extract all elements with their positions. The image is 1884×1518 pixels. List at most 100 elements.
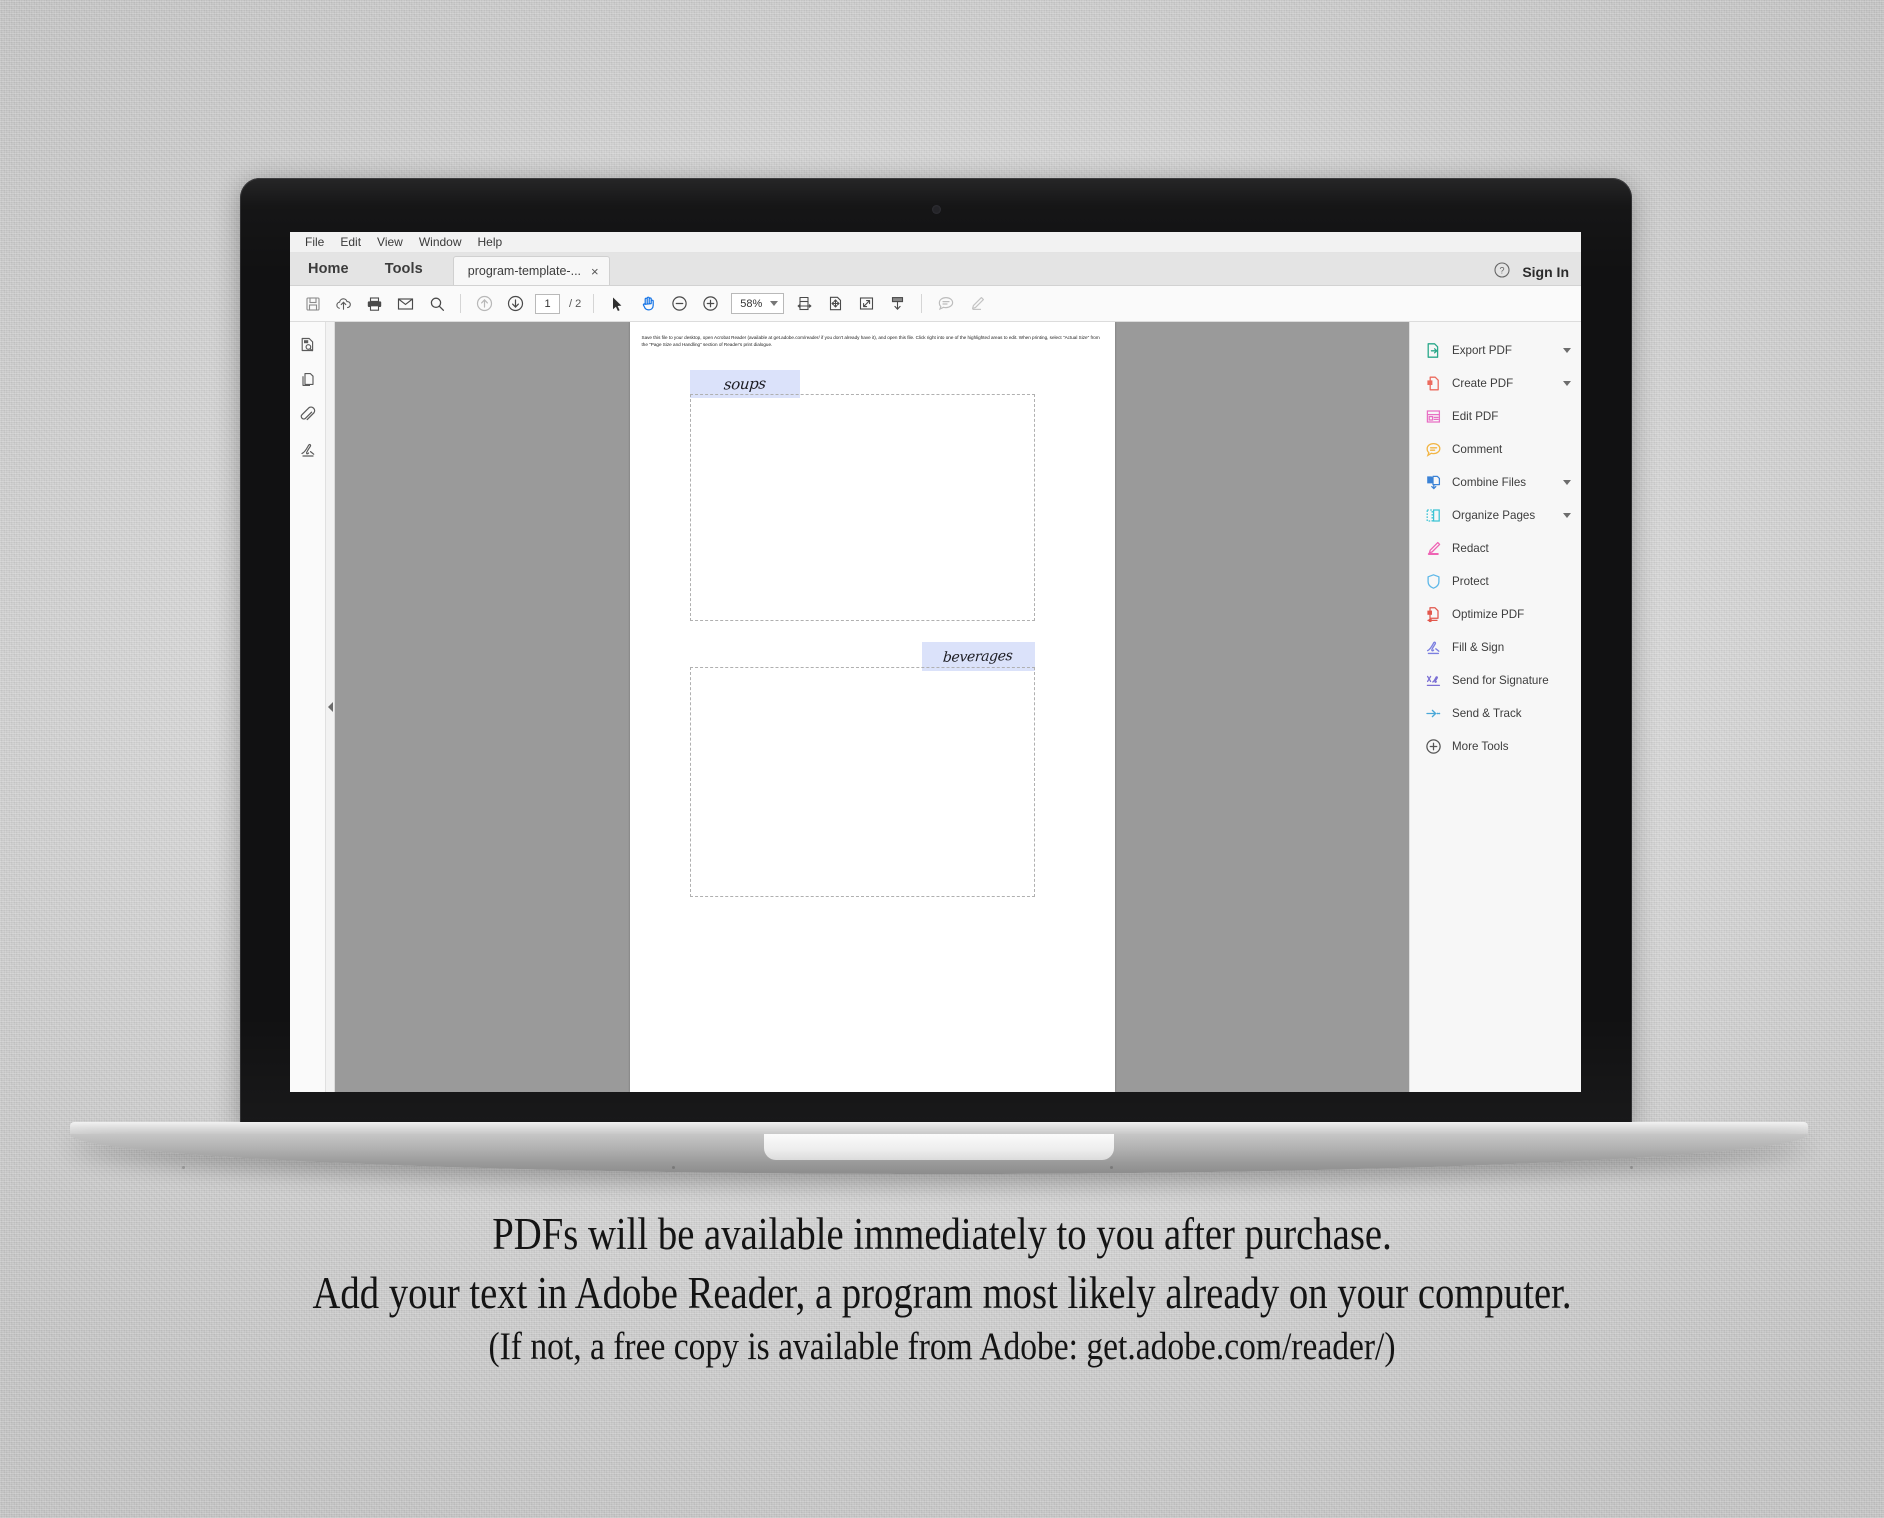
create-pdf-icon <box>1424 375 1442 393</box>
tool-label: Send & Track <box>1452 707 1522 720</box>
tool-send-for-signature[interactable]: Send for Signature <box>1410 664 1581 697</box>
document-tab-label: program-template-... <box>467 264 582 278</box>
page-instructions-text: Save this file to your desktop, open Acr… <box>641 335 1100 348</box>
menu-item-file[interactable]: File <box>298 233 331 251</box>
highlighter-pen-icon[interactable] <box>962 289 991 318</box>
tool-label: Comment <box>1452 443 1503 456</box>
caption-line-1: PDFs will be available immediately to yo… <box>492 1209 1392 1259</box>
tool-label: More Tools <box>1452 740 1509 753</box>
tool-redact[interactable]: Redact <box>1410 532 1581 565</box>
email-icon[interactable] <box>391 289 420 318</box>
collapse-left-icon <box>327 702 333 712</box>
search-icon[interactable] <box>422 289 451 318</box>
tool-protect[interactable]: Protect <box>1410 565 1581 598</box>
attachment-paperclip-icon[interactable] <box>295 402 321 428</box>
zoom-in-icon[interactable] <box>696 289 725 318</box>
caption-block: PDFs will be available immediately to yo… <box>0 1205 1884 1373</box>
pdf-page[interactable]: Save this file to your desktop, open Acr… <box>629 322 1115 1092</box>
laptop-base-notch <box>764 1134 1114 1160</box>
document-canvas[interactable]: Save this file to your desktop, open Acr… <box>335 322 1409 1092</box>
fit-page-icon[interactable] <box>821 289 850 318</box>
menu-bar: File Edit View Window Help <box>290 232 1581 253</box>
hand-tool-icon[interactable] <box>634 289 663 318</box>
protect-icon <box>1424 573 1442 591</box>
tool-label: Optimize PDF <box>1452 608 1525 621</box>
caption-line-2: Add your text in Adobe Reader, a program… <box>312 1267 1572 1318</box>
tool-organize-pages[interactable]: Organize Pages <box>1410 499 1581 532</box>
optimize-pdf-icon <box>1424 606 1442 624</box>
zoom-level-value: 58% <box>740 297 763 310</box>
tool-label: Protect <box>1452 575 1489 588</box>
laptop-base-body <box>70 1134 1808 1174</box>
section-heading-soups: soups <box>722 374 767 394</box>
close-icon[interactable]: × <box>591 265 599 278</box>
tool-export-pdf[interactable]: Export PDF <box>1410 334 1581 367</box>
help-circle-icon[interactable]: ? <box>1494 262 1510 281</box>
arrow-down-circle-icon[interactable] <box>501 289 530 318</box>
zoom-level-select[interactable]: 58% <box>731 293 785 314</box>
redact-icon <box>1424 540 1442 558</box>
base-detail-dot <box>182 1166 185 1169</box>
signature-pen-icon[interactable] <box>295 437 321 463</box>
comment-bubble-icon[interactable] <box>931 289 960 318</box>
sidebar-collapse-handle[interactable] <box>326 322 335 1092</box>
menu-item-help[interactable]: Help <box>471 233 510 251</box>
tool-more-tools[interactable]: More Tools <box>1410 730 1581 763</box>
base-detail-dot <box>672 1166 675 1169</box>
sign-in-button[interactable]: Sign In <box>1522 264 1569 280</box>
tool-label: Combine Files <box>1452 476 1527 489</box>
page-number-input[interactable]: 1 <box>535 293 560 314</box>
edit-pdf-icon <box>1424 408 1442 426</box>
tab-document[interactable]: program-template-... × <box>452 256 610 285</box>
more-tools-icon <box>1424 738 1442 756</box>
organize-pages-icon <box>1424 507 1442 525</box>
export-pdf-icon <box>1424 342 1442 360</box>
print-icon[interactable] <box>360 289 389 318</box>
cursor-arrow-icon[interactable] <box>603 289 632 318</box>
tool-label: Redact <box>1452 542 1489 555</box>
menu-item-edit[interactable]: Edit <box>333 233 368 251</box>
chevron-down-icon[interactable] <box>1563 480 1571 485</box>
work-area: Save this file to your desktop, open Acr… <box>290 322 1581 1092</box>
fit-width-icon[interactable] <box>790 289 819 318</box>
menu-item-window[interactable]: Window <box>412 233 469 251</box>
save-icon[interactable] <box>298 289 327 318</box>
tool-send-and-track[interactable]: Send & Track <box>1410 697 1581 730</box>
chevron-down-icon[interactable] <box>1563 348 1571 353</box>
laptop-base <box>70 1122 1808 1174</box>
tool-create-pdf[interactable]: Create PDF <box>1410 367 1581 400</box>
base-detail-dot <box>1630 1166 1633 1169</box>
laptop-screen: File Edit View Window Help Home Tools pr… <box>290 232 1581 1092</box>
chevron-down-icon[interactable] <box>1563 381 1571 386</box>
section-heading-beverages: beverages <box>942 647 1014 666</box>
form-field-soups[interactable] <box>689 394 1035 621</box>
cloud-upload-icon[interactable] <box>329 289 358 318</box>
tab-tools[interactable]: Tools <box>367 252 441 285</box>
tool-combine-files[interactable]: Combine Files <box>1410 466 1581 499</box>
page-thumbnails-icon[interactable] <box>295 332 321 358</box>
comment-icon <box>1424 441 1442 459</box>
tool-label: Export PDF <box>1452 344 1512 357</box>
tab-home[interactable]: Home <box>290 252 367 285</box>
arrow-up-circle-icon[interactable] <box>470 289 499 318</box>
menu-item-view[interactable]: View <box>370 233 410 251</box>
tool-optimize-pdf[interactable]: Optimize PDF <box>1410 598 1581 631</box>
toolbar-divider-2 <box>593 294 595 313</box>
send-for-signature-icon <box>1424 672 1442 690</box>
tool-label: Edit PDF <box>1452 410 1499 423</box>
form-field-beverages[interactable] <box>689 667 1035 897</box>
acrobat-window: File Edit View Window Help Home Tools pr… <box>290 232 1581 1092</box>
fill-and-sign-icon <box>1424 639 1442 657</box>
svg-text:?: ? <box>1500 266 1505 276</box>
tool-fill-and-sign[interactable]: Fill & Sign <box>1410 631 1581 664</box>
page-copies-icon[interactable] <box>295 367 321 393</box>
fullscreen-icon[interactable] <box>852 289 881 318</box>
chevron-down-icon[interactable] <box>1563 513 1571 518</box>
main-toolbar: 1 / 2 58% <box>290 286 1581 322</box>
tool-edit-pdf[interactable]: Edit PDF <box>1410 400 1581 433</box>
zoom-out-icon[interactable] <box>665 289 694 318</box>
scroll-down-icon[interactable] <box>883 289 912 318</box>
send-and-track-icon <box>1424 705 1442 723</box>
tool-comment[interactable]: Comment <box>1410 433 1581 466</box>
webcam-icon <box>932 205 941 214</box>
